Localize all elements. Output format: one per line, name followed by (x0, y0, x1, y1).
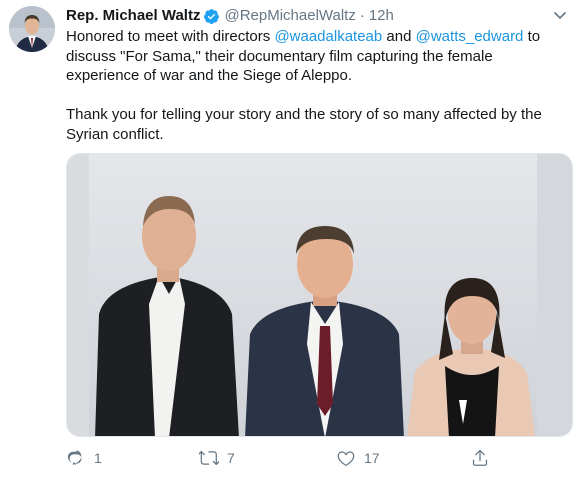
like-button[interactable]: 17 (336, 446, 380, 470)
retweet-button[interactable]: 7 (199, 446, 235, 470)
separator: · (359, 7, 365, 24)
tweet-actions: 1 7 17 (66, 446, 566, 470)
avatar[interactable] (9, 6, 55, 52)
share-icon (470, 448, 490, 468)
chevron-down-icon[interactable] (553, 8, 567, 22)
retweet-count: 7 (227, 450, 235, 466)
share-button[interactable] (470, 446, 490, 470)
tweet-paragraph-2: Thank you for telling your story and the… (66, 106, 542, 143)
text-segment: and (382, 28, 416, 45)
heart-icon (336, 448, 356, 468)
retweet-icon (199, 448, 219, 468)
tweet-header: Rep. Michael Waltz @RepMichaelWaltz · 12… (66, 6, 394, 26)
tweet[interactable]: Rep. Michael Waltz @RepMichaelWaltz · 12… (0, 0, 577, 484)
mention-link[interactable]: @waadalkateab (274, 28, 382, 45)
author-name[interactable]: Rep. Michael Waltz (66, 6, 200, 26)
mention-link[interactable]: @watts_edward (416, 28, 524, 45)
reply-icon (66, 448, 86, 468)
tweet-text: Honored to meet with directors @waadalka… (66, 27, 566, 144)
reply-count: 1 (94, 450, 102, 466)
tweet-photo[interactable] (66, 153, 573, 437)
reply-button[interactable]: 1 (66, 446, 102, 470)
tweet-paragraph-1: Honored to meet with directors @waadalka… (66, 27, 566, 86)
author-handle[interactable]: @RepMichaelWaltz (224, 6, 355, 26)
like-count: 17 (364, 450, 380, 466)
verified-badge-icon (203, 8, 220, 25)
text-segment: Honored to meet with directors (66, 28, 275, 45)
timestamp[interactable]: 12h (369, 6, 394, 26)
